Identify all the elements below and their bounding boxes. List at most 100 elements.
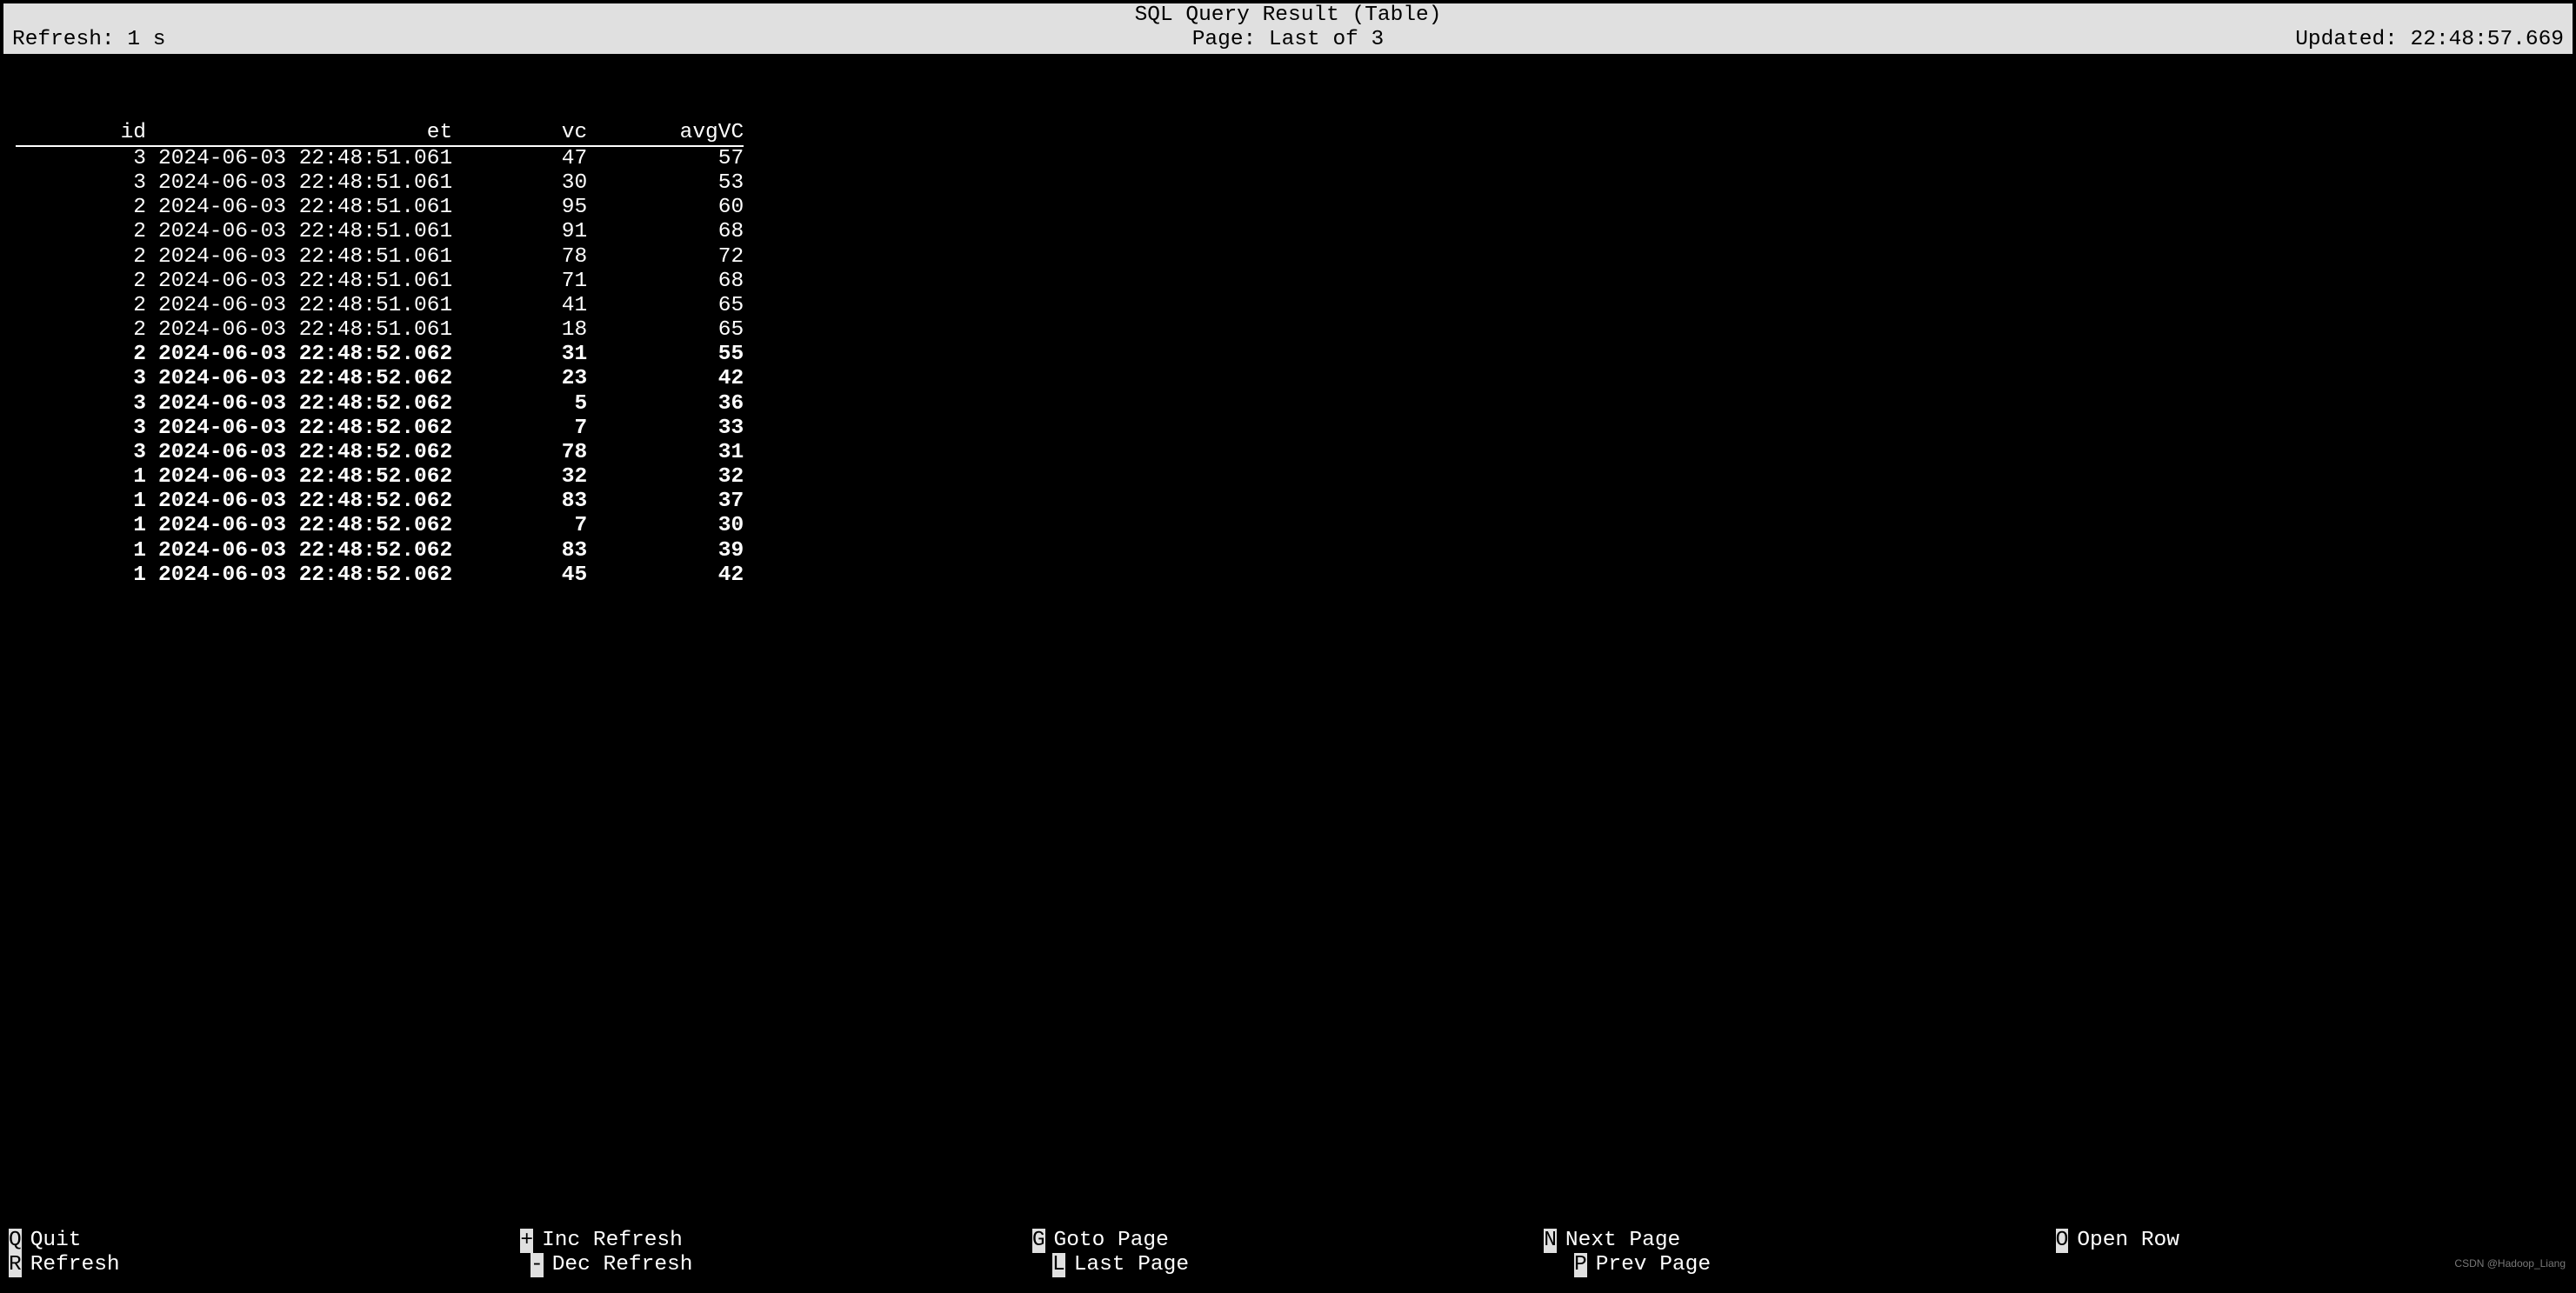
table-row[interactable]: 32024-06-03 22:48:51.0613053 — [16, 171, 744, 196]
cell-avgvc: 30 — [587, 514, 744, 538]
cell-vc: 83 — [452, 490, 587, 514]
cell-et: 2024-06-03 22:48:51.061 — [146, 171, 452, 196]
cell-et: 2024-06-03 22:48:52.062 — [146, 441, 452, 465]
help-item: G Goto Page — [1032, 1229, 1544, 1253]
cell-et: 2024-06-03 22:48:51.061 — [146, 294, 452, 318]
table-row[interactable]: 12024-06-03 22:48:52.0628337 — [16, 490, 744, 514]
cell-avgvc: 31 — [587, 441, 744, 465]
table-row[interactable]: 32024-06-03 22:48:52.062733 — [16, 417, 744, 441]
cell-vc: 7 — [452, 417, 587, 441]
cell-avgvc: 68 — [587, 270, 744, 294]
cell-et: 2024-06-03 22:48:52.062 — [146, 563, 452, 588]
cell-vc: 95 — [452, 196, 587, 220]
cell-avgvc: 33 — [587, 417, 744, 441]
cell-et: 2024-06-03 22:48:52.062 — [146, 343, 452, 367]
updated-status: Updated: 22:48:57.669 — [1713, 28, 2564, 52]
cell-id: 1 — [16, 563, 146, 588]
cell-et: 2024-06-03 22:48:51.061 — [146, 270, 452, 294]
cell-avgvc: 42 — [587, 367, 744, 391]
help-key[interactable]: P — [1574, 1253, 1587, 1277]
table-row[interactable]: 22024-06-03 22:48:51.0614165 — [16, 294, 744, 318]
table-row[interactable]: 32024-06-03 22:48:52.062536 — [16, 392, 744, 417]
cell-et: 2024-06-03 22:48:52.062 — [146, 490, 452, 514]
cell-id: 2 — [16, 245, 146, 270]
help-item: L Last Page — [1052, 1253, 1574, 1277]
cell-et: 2024-06-03 22:48:51.061 — [146, 220, 452, 244]
help-key[interactable]: O — [2056, 1229, 2069, 1253]
help-item: OOpen Row — [2056, 1229, 2567, 1253]
help-key[interactable]: Q — [9, 1229, 22, 1253]
cell-id: 3 — [16, 171, 146, 196]
table-row[interactable]: 12024-06-03 22:48:52.0628339 — [16, 539, 744, 563]
help-key[interactable]: R — [9, 1253, 22, 1277]
table-row[interactable]: 22024-06-03 22:48:51.0617872 — [16, 245, 744, 270]
page-status: Page: Last of 3 — [863, 28, 1713, 52]
help-key[interactable]: L — [1052, 1253, 1065, 1277]
page-title: SQL Query Result (Table) — [12, 3, 2564, 28]
cell-id: 2 — [16, 196, 146, 220]
cell-avgvc: 55 — [587, 343, 744, 367]
table-row[interactable]: 22024-06-03 22:48:52.0623155 — [16, 343, 744, 367]
cell-et: 2024-06-03 22:48:51.061 — [146, 245, 452, 270]
cell-id: 2 — [16, 343, 146, 367]
cell-id: 2 — [16, 294, 146, 318]
help-item: -Dec Refresh — [531, 1253, 1052, 1277]
cell-avgvc: 65 — [587, 318, 744, 343]
table-row[interactable]: 32024-06-03 22:48:52.0627831 — [16, 441, 744, 465]
col-header-id: id — [16, 121, 146, 146]
help-item: PPrev Page — [1574, 1253, 2096, 1277]
help-key[interactable]: + — [520, 1229, 533, 1253]
cell-avgvc: 37 — [587, 490, 744, 514]
cell-id: 3 — [16, 146, 146, 171]
result-table-wrap: id et vc avgVC 32024-06-03 22:48:51.0614… — [3, 54, 2573, 637]
cell-id: 2 — [16, 318, 146, 343]
cell-id: 2 — [16, 270, 146, 294]
cell-vc: 45 — [452, 563, 587, 588]
cell-id: 3 — [16, 392, 146, 417]
cell-id: 1 — [16, 539, 146, 563]
cell-vc: 7 — [452, 514, 587, 538]
col-header-et: et — [146, 121, 452, 146]
cell-et: 2024-06-03 22:48:52.062 — [146, 514, 452, 538]
cell-id: 1 — [16, 465, 146, 490]
table-row[interactable]: 22024-06-03 22:48:51.0617168 — [16, 270, 744, 294]
table-row[interactable]: 32024-06-03 22:48:52.0622342 — [16, 367, 744, 391]
cell-avgvc: 36 — [587, 392, 744, 417]
header-bar: SQL Query Result (Table) Refresh: 1 s Pa… — [3, 3, 2573, 54]
cell-id: 2 — [16, 220, 146, 244]
help-item: N Next Page — [1544, 1229, 2055, 1253]
cell-id: 1 — [16, 490, 146, 514]
table-row[interactable]: 22024-06-03 22:48:51.0619560 — [16, 196, 744, 220]
help-key[interactable]: - — [531, 1253, 544, 1277]
cell-et: 2024-06-03 22:48:51.061 — [146, 318, 452, 343]
table-row[interactable]: 12024-06-03 22:48:52.0623232 — [16, 465, 744, 490]
cell-avgvc: 53 — [587, 171, 744, 196]
table-header-row: id et vc avgVC — [16, 121, 744, 146]
cell-id: 3 — [16, 367, 146, 391]
help-label: Next Page — [1565, 1229, 1680, 1252]
cell-vc: 32 — [452, 465, 587, 490]
cell-et: 2024-06-03 22:48:52.062 — [146, 417, 452, 441]
cell-avgvc: 60 — [587, 196, 744, 220]
cell-vc: 5 — [452, 392, 587, 417]
cell-id: 3 — [16, 417, 146, 441]
table-row[interactable]: 12024-06-03 22:48:52.062730 — [16, 514, 744, 538]
table-row[interactable]: 32024-06-03 22:48:51.0614757 — [16, 146, 744, 171]
help-item: QQuit — [9, 1229, 520, 1253]
cell-vc: 91 — [452, 220, 587, 244]
help-key[interactable]: N — [1544, 1229, 1557, 1253]
table-row[interactable]: 22024-06-03 22:48:51.0611865 — [16, 318, 744, 343]
cell-avgvc: 68 — [587, 220, 744, 244]
help-label: Goto Page — [1054, 1229, 1169, 1252]
help-key[interactable]: G — [1032, 1229, 1045, 1253]
table-row[interactable]: 22024-06-03 22:48:51.0619168 — [16, 220, 744, 244]
cell-avgvc: 42 — [587, 563, 744, 588]
help-label: Last Page — [1074, 1253, 1189, 1276]
cell-et: 2024-06-03 22:48:52.062 — [146, 465, 452, 490]
cell-id: 1 — [16, 514, 146, 538]
cell-et: 2024-06-03 22:48:52.062 — [146, 539, 452, 563]
table-row[interactable]: 12024-06-03 22:48:52.0624542 — [16, 563, 744, 588]
help-label: Inc Refresh — [542, 1229, 683, 1252]
cell-avgvc: 32 — [587, 465, 744, 490]
result-table: id et vc avgVC 32024-06-03 22:48:51.0614… — [16, 121, 744, 588]
